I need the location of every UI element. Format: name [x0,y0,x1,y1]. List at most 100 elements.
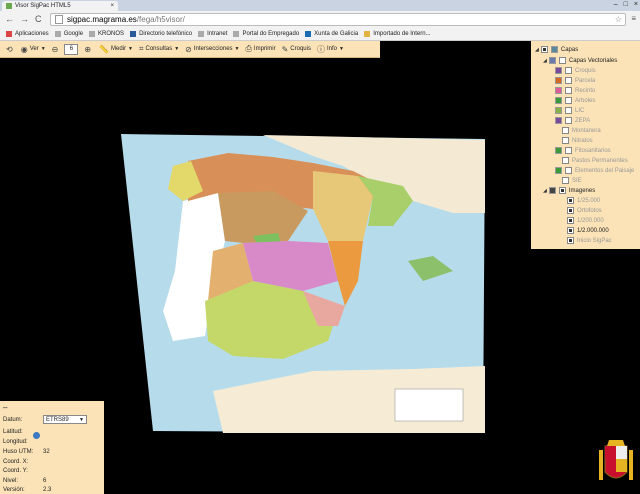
zoom-level-input[interactable]: 6 [64,43,79,55]
checkbox[interactable] [565,117,572,124]
bookmark-item[interactable]: KRONOS [89,30,124,37]
app-toolbar: ⟲ ◉ Ver ▼ ⊖ 6 ⊕ 📏 Medir ▼ ⌗ Consultas ▼ ⊘ Inter… [0,41,380,58]
layer-item[interactable]: Pastos Permanentes [555,157,628,164]
intersecciones-menu[interactable]: ⊘ Intersecciones ▼ [185,45,239,54]
checkbox[interactable] [565,167,572,174]
back-icon[interactable]: ← [5,14,14,24]
bookmark-label: Importado de Intern... [373,30,431,37]
forward-icon[interactable]: → [20,14,29,24]
checkbox[interactable] [567,237,574,244]
layer-item[interactable]: SIE [555,177,582,184]
image-layer-item[interactable]: Inicio SigPac [567,237,612,244]
intersect-icon: ⊘ [185,44,192,54]
layer-group-vector[interactable]: ◢ Capas Vectoriales [543,57,617,64]
layer-item[interactable]: Arboles [555,97,595,104]
minimize-icon[interactable]: – [614,1,618,8]
checkbox[interactable] [562,177,569,184]
image-layer-item[interactable]: 1/25.000 [567,197,600,204]
zoom-out-icon: ⊖ [51,44,59,54]
browser-menu-icon[interactable]: ≡ [631,14,636,23]
bookmark-item[interactable]: Aplicaciones [6,30,49,37]
coordy-label: Coord. Y: [3,468,28,474]
chevron-down-icon: ▼ [79,417,84,423]
globe-icon[interactable] [33,432,40,439]
close-window-icon[interactable]: × [634,1,638,8]
bookmark-item[interactable]: Xunta de Galicia [305,30,358,37]
layer-item[interactable]: Nitratos [555,137,593,144]
zoom-in-button[interactable]: ⊕ [84,45,93,54]
checkbox[interactable] [565,87,572,94]
folder-icon [364,30,371,37]
layer-label: Nitratos [572,137,593,144]
croquis-button[interactable]: ✎ Croquis [282,45,311,54]
collapse-icon[interactable]: – [3,403,7,412]
croquis-label: Croquis [290,46,311,52]
datum-select[interactable]: ETRS89 ▼ [43,415,87,424]
bookmark-label: Google [63,30,84,37]
checkbox[interactable] [558,57,566,64]
checkbox[interactable] [565,97,572,104]
layer-item[interactable]: Parcela [555,77,595,84]
chevron-down-icon: ▼ [234,46,240,52]
bookmark-item[interactable]: Directorio telefónico [130,30,192,37]
checkbox[interactable] [567,227,574,234]
expand-icon[interactable]: ◢ [535,47,539,53]
map-legend [394,388,464,422]
layer-label: Croquis [575,67,596,74]
datum-value: ETRS89 [46,417,69,423]
expand-icon[interactable]: ◢ [543,58,547,64]
checkbox[interactable] [565,107,572,114]
checkbox[interactable] [567,207,574,214]
ver-menu[interactable]: ◉ Ver ▼ [21,45,46,54]
checkbox[interactable] [558,187,566,194]
checkbox[interactable] [567,197,574,204]
medir-menu[interactable]: 📏 Medir ▼ [99,45,133,54]
checkbox[interactable] [562,157,569,164]
browser-tab[interactable]: Visor SigPac HTML5 × [2,1,118,11]
layer-label: Montanera [572,127,601,134]
version-label: Versión: [3,487,25,493]
image-layer-item[interactable]: 1/2.000.000 [567,227,609,234]
url-input[interactable]: sigpac.magrama.es /fega/h5visor/ ☆ [50,13,626,26]
layer-item[interactable]: Montanera [555,127,601,134]
checkbox[interactable] [565,77,572,84]
image-layer-item[interactable]: Ortofotos [567,207,602,214]
consultas-menu[interactable]: ⌗ Consultas ▼ [139,44,179,54]
image-layer-item[interactable]: 1/200.000 [567,217,604,224]
bookmark-item[interactable]: Intranet [198,30,227,37]
tab-close-icon[interactable]: × [110,3,114,9]
layer-item[interactable]: LIC [555,107,584,114]
chevron-down-icon: ▼ [174,46,180,52]
bookmarks-bar: Aplicaciones Google KRONOS Directorio telef… [0,27,640,41]
checkbox[interactable] [567,217,574,224]
bookmark-item[interactable]: Importado de Intern... [364,30,431,37]
expand-icon[interactable]: ◢ [543,188,547,194]
page-icon [54,30,61,37]
history-button[interactable]: ⟲ [6,45,15,54]
info-menu[interactable]: ⓘ Info ▼ [317,44,344,55]
bookmark-item[interactable]: Portal do Empregado [233,30,299,37]
layer-group-images[interactable]: ◢ Imagenes [543,187,595,194]
medir-label: Medir [111,46,127,52]
layer-item[interactable]: ZEPA [555,117,590,124]
bookmark-item[interactable]: Google [54,30,84,37]
layer-item[interactable]: Recinto [555,87,595,94]
maximize-icon[interactable]: □ [624,1,628,8]
layer-swatch-icon [555,87,562,94]
checkbox[interactable] [540,46,548,53]
imprimir-button[interactable]: ⎙ Imprimir [246,44,276,54]
layer-item[interactable]: Croquis [555,67,596,74]
reload-icon[interactable]: C [35,14,42,24]
layer-item[interactable]: Fitosanitarios [555,147,611,154]
map-image[interactable] [113,131,485,433]
layer-item[interactable]: Elementos del Paisaje [555,167,634,174]
checkbox[interactable] [562,127,569,134]
checkbox[interactable] [565,67,572,74]
checkbox[interactable] [562,137,569,144]
layer-root[interactable]: ◢ Capas [535,46,578,53]
checkbox[interactable] [565,147,572,154]
zoom-out-button[interactable]: ⊖ [52,45,61,54]
bookmark-star-icon[interactable]: ☆ [615,15,622,24]
print-icon: ⎙ [245,44,252,53]
layer-label: Arboles [575,97,596,104]
